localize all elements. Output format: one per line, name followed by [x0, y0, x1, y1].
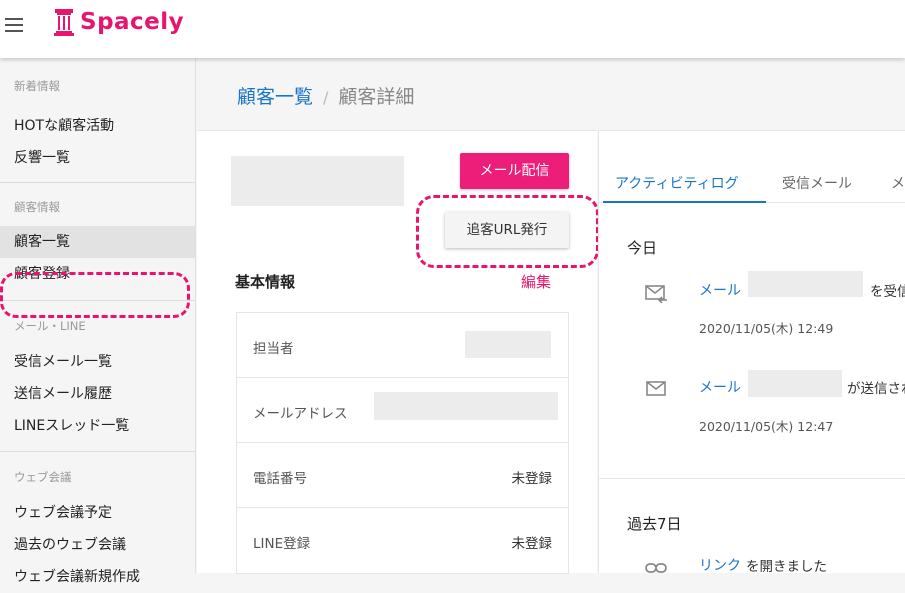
pillar-logo-icon [54, 9, 74, 36]
breadcrumb-customer-list[interactable]: 顧客一覧 [237, 86, 313, 108]
customer-detail-panel: メール配信 追客URL発行 基本情報 編集 担当者 メールアドレス 電話番号 未… [197, 130, 599, 574]
field-label: LINE登録 [253, 536, 311, 552]
activity-time: 2020/11/05(木) 12:47 [699, 419, 834, 434]
info-row-assignee: 担当者 [237, 313, 568, 378]
sidebar-item-line-threads[interactable]: LINEスレッド一覧 [0, 410, 195, 442]
top-bar: Spacely [0, 0, 905, 58]
field-label: メールアドレス [253, 406, 348, 422]
menu-icon[interactable] [5, 18, 23, 32]
today-title: 今日 [627, 239, 658, 257]
link-icon [645, 563, 667, 573]
customer-name-redacted [231, 156, 404, 206]
sidebar-section-title: 顧客情報 [14, 200, 60, 214]
assignee-redacted [465, 331, 551, 358]
basic-info-table: 担当者 メールアドレス 電話番号 未登録 LINE登録 未登録 [236, 312, 569, 574]
sidebar-item-received-mail[interactable]: 受信メール一覧 [0, 346, 195, 378]
sidebar: 新着情報 HOTな顧客活動 反響一覧 顧客情報 顧客一覧 顧客登録 メール・LI… [0, 58, 196, 585]
breadcrumb-current: 顧客詳細 [338, 86, 415, 108]
past-week-title: 過去7日 [627, 515, 682, 533]
sidebar-item-new-web-meeting[interactable]: ウェブ会議新規作成 [0, 561, 195, 593]
sidebar-item-web-meeting-schedule[interactable]: ウェブ会議予定 [0, 497, 195, 529]
main-content: 顧客一覧 / 顧客詳細 メール配信 追客URL発行 基本情報 編集 担当者 メールア… [197, 58, 905, 575]
activity-mail-link[interactable]: メール [699, 377, 741, 397]
sidebar-item-hot-activity[interactable]: HOTな顧客活動 [0, 110, 195, 142]
section-divider [599, 478, 905, 479]
issue-tracking-url-button[interactable]: 追客URL発行 [445, 212, 569, 248]
activity-tabs: アクティビティログ 受信メール メ [599, 161, 905, 203]
field-label: 電話番号 [253, 471, 307, 487]
field-label: 担当者 [253, 341, 294, 357]
mail-receive-icon [645, 285, 667, 303]
email-redacted [374, 392, 558, 420]
tab-received-mail[interactable]: 受信メール [782, 173, 852, 193]
sidebar-item-sent-mail[interactable]: 送信メール履歴 [0, 378, 195, 410]
mail-subject-redacted [748, 370, 842, 397]
activity-text: を受信 [870, 284, 905, 300]
info-row-line: LINE登録 未登録 [237, 508, 568, 573]
tab-activity-log[interactable]: アクティビティログ [615, 173, 739, 193]
sidebar-section-title: ウェブ会議 [14, 470, 72, 484]
sidebar-item-responses[interactable]: 反響一覧 [0, 142, 195, 174]
activity-mail-link[interactable]: メール [699, 280, 741, 300]
activity-text: が送信され [847, 381, 905, 397]
logo-text: Spacely [80, 9, 185, 35]
activity-time: 2020/11/05(木) 12:49 [699, 321, 834, 336]
sidebar-item-customer-list[interactable]: 顧客一覧 [0, 226, 195, 258]
info-row-email: メールアドレス [237, 378, 568, 443]
breadcrumb: 顧客一覧 / 顧客詳細 [237, 82, 414, 109]
basic-info-title: 基本情報 [235, 273, 296, 291]
activity-text: を開きました [746, 559, 827, 575]
field-value: 未登録 [511, 536, 553, 552]
tab-mail-more[interactable]: メ [891, 173, 905, 193]
info-row-phone: 電話番号 未登録 [237, 443, 568, 508]
logo[interactable]: Spacely [54, 8, 184, 36]
send-mail-button[interactable]: メール配信 [460, 153, 569, 189]
sidebar-item-past-web-meetings[interactable]: 過去のウェブ会議 [0, 529, 195, 561]
breadcrumb-separator: / [323, 88, 329, 107]
sidebar-section-title: 新着情報 [14, 79, 60, 93]
highlight-annotation [0, 272, 190, 318]
activity-link-link[interactable]: リンク [699, 555, 741, 575]
sidebar-section-title: メール・LINE [14, 319, 86, 333]
activity-panel: アクティビティログ 受信メール メ 今日 メール を受信 2020/11/05(… [598, 130, 905, 575]
mail-icon [646, 381, 666, 396]
field-value: 未登録 [511, 471, 553, 487]
mail-subject-redacted [748, 271, 863, 297]
active-tab-indicator [603, 201, 766, 203]
edit-link[interactable]: 編集 [521, 271, 551, 292]
